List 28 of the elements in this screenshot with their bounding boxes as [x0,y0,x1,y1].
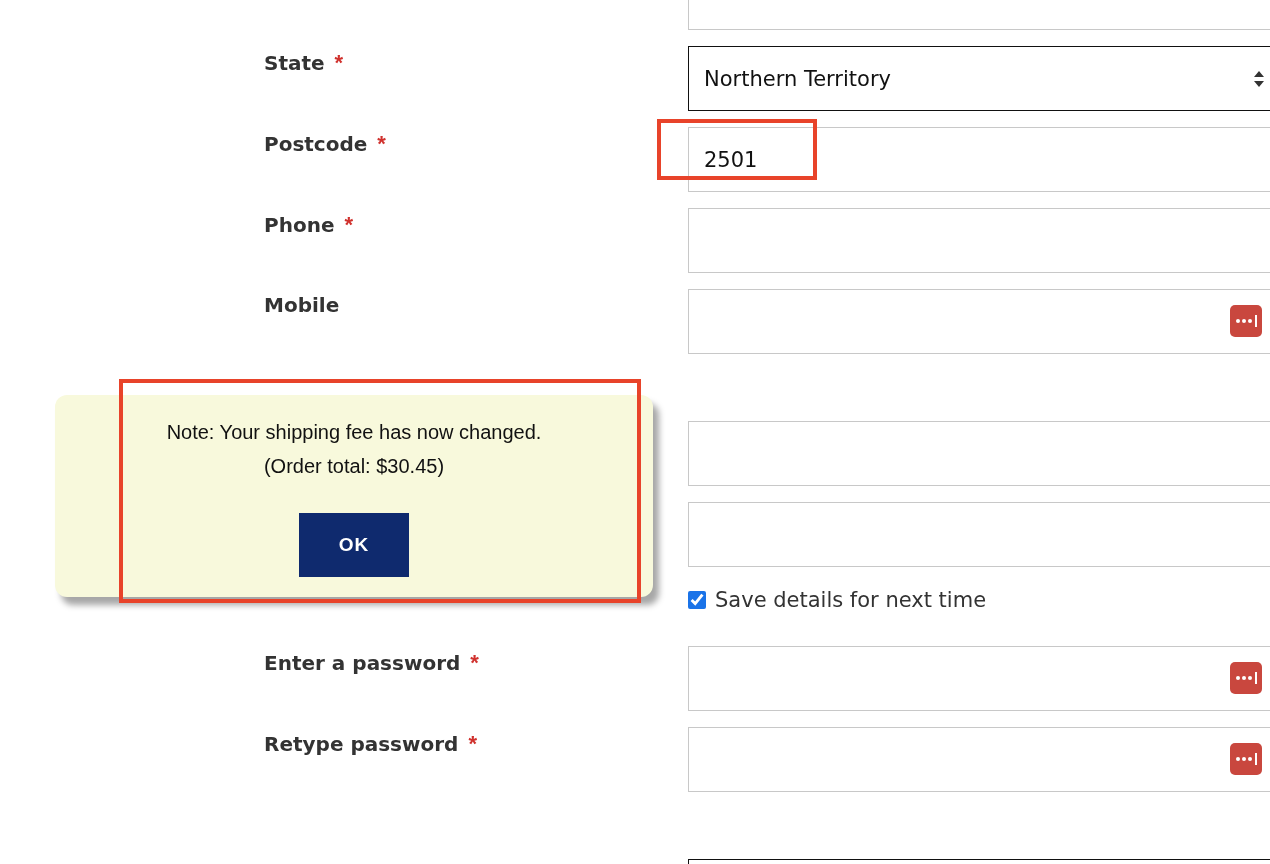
required-asterisk: * [344,212,353,237]
checkbox-label: Save details for next time [715,588,987,612]
field-label: Enter a password [264,651,461,675]
select-arrows-icon [1253,70,1265,88]
input-field[interactable] [688,646,1270,711]
input-field[interactable] [688,421,1270,486]
input-field[interactable] [688,208,1270,273]
input-field[interactable] [688,727,1270,792]
required-asterisk: * [377,131,386,156]
dialog-detail: (Order total: $30.45) [263,454,445,479]
password-manager-icon[interactable] [1230,662,1262,694]
password-manager-icon[interactable] [1230,305,1262,337]
field-label: Phone [264,213,335,237]
field-label: Mobile [264,293,340,317]
input-field[interactable]: 2501 [688,127,1270,192]
input-field[interactable] [688,502,1270,567]
field-label: Postcode [264,132,368,156]
field-label: Retype password [264,732,459,756]
required-asterisk: * [468,731,477,756]
select-field[interactable]: Northern Territory [688,46,1270,111]
required-asterisk: * [334,50,344,75]
field-label: State [264,51,325,75]
checkbox[interactable] [688,591,706,609]
ok-button[interactable]: OK [299,513,409,577]
dialog-message: Note: Your shipping fee has now changed. [166,420,542,445]
password-manager-icon[interactable] [1230,743,1262,775]
required-asterisk: * [470,650,479,675]
input-field[interactable] [688,289,1270,354]
